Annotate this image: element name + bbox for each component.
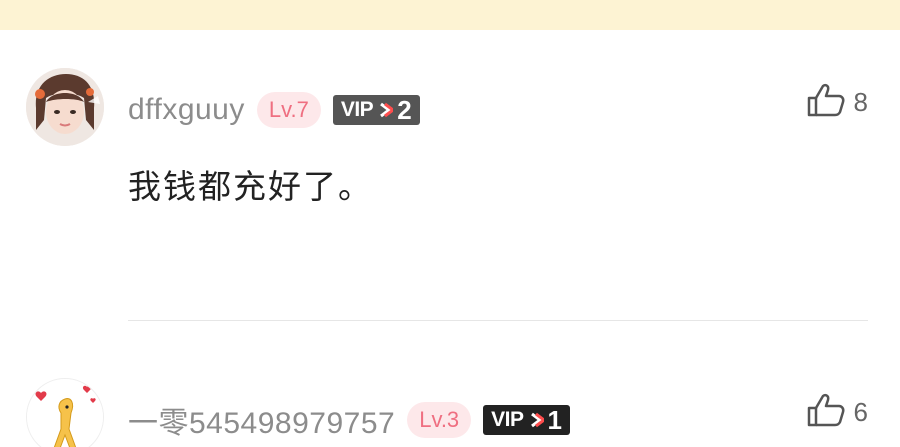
vip-badge: VIP 2 [332, 95, 420, 125]
comment-item: dffxguuy Lv.7 VIP 2 8 我钱都充好了。 [0, 68, 900, 268]
level-badge: Lv.7 [256, 92, 321, 128]
vip-badge: VIP 1 [483, 405, 570, 435]
user-info-row: 一零545498979757 Lv.3 VIP 1 [128, 400, 570, 440]
thumbs-up-icon [806, 392, 846, 433]
like-button[interactable]: 8 [806, 82, 868, 122]
chevron-right-icon [377, 95, 396, 125]
comment-divider [128, 320, 868, 321]
comment-item: 一零545498979757 Lv.3 VIP 1 6 [0, 376, 900, 447]
like-count: 6 [853, 396, 868, 427]
user-info-row: dffxguuy Lv.7 VIP 2 [128, 90, 420, 130]
like-count: 8 [853, 86, 868, 117]
username[interactable]: dffxguuy [128, 93, 245, 127]
user-avatar[interactable] [26, 378, 104, 447]
top-banner [0, 0, 900, 30]
thumbs-up-icon [806, 82, 846, 123]
vip-level: 2 [395, 95, 420, 125]
username[interactable]: 一零545498979757 [128, 398, 395, 442]
vip-level: 1 [545, 405, 570, 435]
like-button[interactable]: 6 [806, 392, 868, 432]
level-badge: Lv.3 [407, 402, 472, 438]
user-avatar[interactable] [26, 68, 104, 146]
comment-text: 我钱都充好了。 [128, 167, 373, 206]
vip-label: VIP [483, 405, 528, 435]
vip-label: VIP [332, 95, 378, 125]
chevron-right-icon [527, 405, 546, 435]
